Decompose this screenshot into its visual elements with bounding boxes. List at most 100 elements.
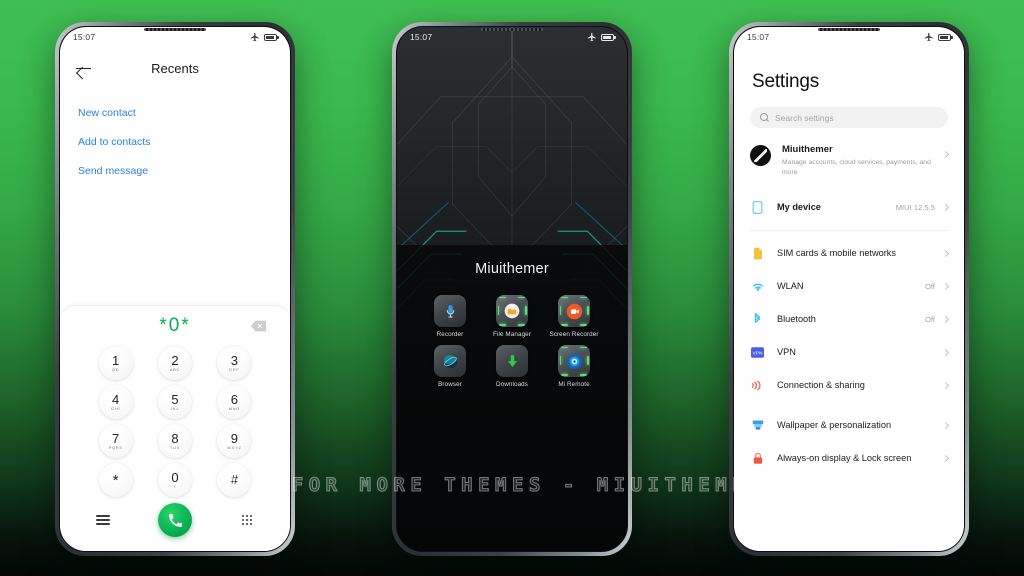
vpn-icon: VPN: [750, 345, 765, 360]
key-9[interactable]: 9 WXYZ: [217, 424, 252, 458]
key-letters: MNO: [228, 406, 241, 412]
key-2[interactable]: 2 ABC: [157, 346, 192, 380]
add-to-contacts-link[interactable]: Add to contacts: [78, 128, 272, 157]
key-6[interactable]: 6 MNO: [217, 385, 252, 419]
key-digit: #: [230, 471, 238, 487]
dialed-number-row: *0*: [70, 306, 280, 346]
key-0[interactable]: 0 +: [157, 463, 192, 497]
chevron-right-icon: [941, 203, 950, 211]
menu-icon[interactable]: [96, 513, 110, 528]
power-button[interactable]: [627, 135, 628, 161]
phone2-inner: 15:07 Miuithemer Recorder File Manager S…: [396, 26, 628, 552]
key-7[interactable]: 7 PQRS: [98, 424, 133, 458]
settings-row-label: Wallpaper & personalization: [777, 419, 892, 430]
call-icon: [168, 513, 182, 527]
app-mi-remote[interactable]: Mi Remote: [543, 345, 605, 389]
key-letters: PQRS: [108, 445, 123, 451]
airplane-icon: [924, 32, 933, 42]
volume-button[interactable]: [290, 179, 291, 219]
remote-target-icon: [558, 345, 590, 377]
app-downloads[interactable]: Downloads: [481, 345, 543, 389]
send-message-link[interactable]: Send message: [78, 157, 272, 186]
key-letters: ABC: [169, 367, 181, 373]
app-screen-recorder[interactable]: Screen Recorder: [543, 295, 605, 339]
dialer-spacer: [60, 186, 290, 305]
dialer-action-links: New contact Add to contacts Send message: [60, 89, 290, 186]
settings-row-bluetooth[interactable]: Bluetooth Off: [734, 303, 964, 336]
key-8[interactable]: 8 TUV: [157, 424, 192, 458]
phone-settings: 15:07 Settings Search settings Miuitheme…: [729, 22, 969, 556]
phone-dialer: 15:07 Recents New contact Add to contact…: [55, 22, 295, 556]
key-digit: 3: [230, 352, 238, 368]
new-contact-link[interactable]: New contact: [78, 99, 272, 128]
status-time: 15:07: [410, 32, 433, 42]
dial-panel: *0* 1 QD 2 ABC 3 DEF 4 GHI 5 JKL 6 MNO 7 PQRS 8: [60, 305, 290, 551]
settings-row-label: WLAN: [777, 280, 804, 291]
earpiece-speaker: [144, 28, 206, 31]
phone-home: 15:07 Miuithemer Recorder File Manager S…: [392, 22, 632, 556]
device-icon: [750, 200, 765, 215]
status-icons: [924, 32, 953, 42]
call-button[interactable]: [158, 503, 192, 537]
svg-text:VPN: VPN: [753, 350, 763, 356]
settings-row-wallpaper[interactable]: Wallpaper & personalization: [734, 409, 964, 442]
search-icon: [760, 113, 769, 122]
settings-row-vpn[interactable]: VPN VPN: [734, 336, 964, 369]
phone1-screen: 15:07 Recents New contact Add to contact…: [60, 27, 290, 551]
settings-row-always-on-display[interactable]: Always-on display & Lock screen: [734, 442, 964, 475]
account-name: Miuithemer: [782, 144, 833, 155]
app-browser[interactable]: Browser: [419, 345, 481, 389]
key-5[interactable]: 5 JKL: [157, 385, 192, 419]
key-1[interactable]: 1 QD: [98, 346, 133, 380]
app-file-manager[interactable]: File Manager: [481, 295, 543, 339]
key-4[interactable]: 4 GHI: [98, 385, 133, 419]
account-row[interactable]: Miuithemer Manage accounts, cloud servic…: [734, 128, 964, 191]
chevron-right-icon: [941, 249, 950, 257]
browser-globe-icon: [434, 345, 466, 377]
key-letters: DEF: [229, 367, 240, 373]
key-hash[interactable]: #: [217, 463, 252, 497]
dialer-page: Recents New contact Add to contacts Send…: [60, 47, 290, 551]
chevron-right-icon: [941, 315, 950, 323]
settings-row-my-device[interactable]: My device MIUI 12.5.5: [734, 191, 964, 224]
video-camera-icon: [558, 295, 590, 327]
key-3[interactable]: 3 DEF: [217, 346, 252, 380]
status-icons: [587, 32, 616, 42]
power-button[interactable]: [290, 135, 291, 161]
wallpaper-icon: [750, 418, 765, 433]
power-button[interactable]: [964, 135, 965, 161]
search-placeholder: Search settings: [775, 112, 834, 123]
status-icons: [250, 32, 279, 42]
settings-row-label: Bluetooth: [777, 313, 816, 324]
settings-row-value: Off: [925, 314, 935, 324]
settings-row-sim-cards[interactable]: SIM cards & mobile networks: [734, 237, 964, 270]
key-star[interactable]: *: [98, 463, 133, 497]
backspace-icon[interactable]: [251, 320, 266, 332]
key-digit: 1: [112, 352, 120, 368]
account-avatar: [750, 145, 771, 166]
bluetooth-icon: [750, 312, 765, 327]
settings-row-label: SIM cards & mobile networks: [777, 247, 896, 258]
dial-keypad: 1 QD 2 ABC 3 DEF 4 GHI 5 JKL 6 MNO 7 PQRS 8 TUV …: [70, 346, 280, 497]
settings-row-connection-sharing[interactable]: Connection & sharing: [734, 369, 964, 402]
app-recorder[interactable]: Recorder: [419, 295, 481, 339]
key-letters: QD: [111, 367, 120, 373]
settings-row-value: MIUI 12.5.5: [895, 202, 935, 212]
search-input[interactable]: Search settings: [750, 107, 948, 128]
folder-name: Miuithemer: [475, 261, 549, 277]
key-letters: +: [173, 484, 177, 490]
lock-icon: [750, 451, 765, 466]
app-label: Recorder: [436, 330, 464, 338]
folder-icon: [496, 295, 528, 327]
key-digit: 2: [171, 352, 179, 368]
dialer-bottom-bar: [70, 497, 280, 545]
page-title: Settings: [752, 71, 820, 92]
status-time: 15:07: [73, 32, 96, 42]
keypad-grid-icon[interactable]: [240, 515, 254, 525]
app-label: Mi Remote: [558, 380, 590, 388]
phone3-screen: 15:07 Settings Search settings Miuitheme…: [734, 27, 964, 551]
key-letters: WXYZ: [227, 445, 242, 451]
key-letters: GHI: [111, 406, 121, 412]
settings-row-wlan[interactable]: WLAN Off: [734, 270, 964, 303]
key-digit: 8: [171, 430, 179, 446]
